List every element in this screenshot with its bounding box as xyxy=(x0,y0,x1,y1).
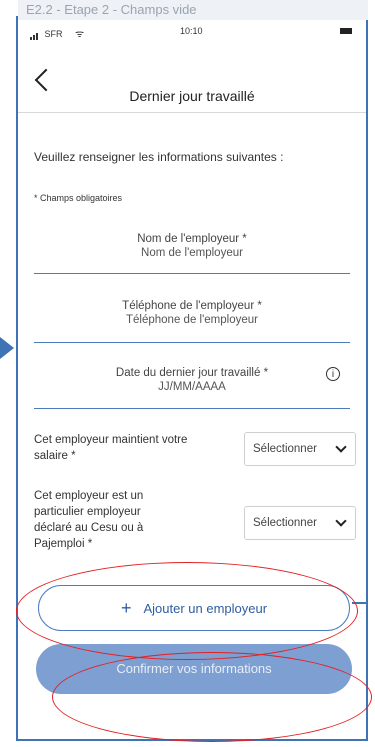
required-note: * Champs obligatoires xyxy=(34,193,123,203)
plus-icon: + xyxy=(120,598,132,618)
carrier-label: SFR xyxy=(44,29,63,39)
last-day-placeholder: JJ/MM/AAAA xyxy=(158,381,226,393)
nav-bar: Dernier jour travaillé xyxy=(18,62,366,113)
wifi-icon: ᯤ xyxy=(75,29,85,40)
screen-caption: E2.2 - Etape 2 - Champs vide xyxy=(18,0,368,20)
status-time: 10:10 xyxy=(180,26,203,36)
battery-icon xyxy=(340,28,352,34)
cesu-employer-select[interactable]: Sélectionner xyxy=(244,506,356,540)
info-icon[interactable]: i xyxy=(326,367,340,381)
chevron-down-icon xyxy=(335,515,347,527)
employer-phone-field[interactable]: Téléphone de l'employeur * Téléphone de … xyxy=(34,300,350,343)
salary-maintained-label: Cet employeur maintient votre salaire * xyxy=(34,434,188,462)
employer-name-placeholder: Nom de l'employeur xyxy=(141,247,243,259)
flow-arrow-icon xyxy=(0,337,14,359)
page-title: Dernier jour travaillé xyxy=(129,88,255,104)
cesu-employer-label: Cet employeur est un particulier employe… xyxy=(34,490,144,550)
salary-maintained-select[interactable]: Sélectionner xyxy=(244,432,356,466)
signal-icon xyxy=(30,30,39,40)
status-bar: SFR ᯤ 10:10 xyxy=(18,20,366,42)
employer-phone-label: Téléphone de l'employeur * xyxy=(122,300,262,312)
intro-text: Veuillez renseigner les informations sui… xyxy=(34,150,284,164)
employer-phone-placeholder: Téléphone de l'employeur xyxy=(126,314,258,326)
add-employer-label: Ajouter un employeur xyxy=(143,601,268,616)
last-day-label: Date du dernier jour travaillé * xyxy=(115,367,269,379)
annotation-line xyxy=(352,602,368,604)
employer-name-label: Nom de l'employeur * xyxy=(137,233,247,245)
add-employer-button[interactable]: + Ajouter un employeur xyxy=(38,585,350,631)
employer-name-field[interactable]: Nom de l'employeur * Nom de l'employeur xyxy=(34,233,350,274)
salary-maintained-value: Sélectionner xyxy=(253,443,317,455)
cesu-employer-value: Sélectionner xyxy=(253,517,317,529)
confirm-button[interactable]: Confirmer vos informations xyxy=(36,644,352,694)
chevron-down-icon xyxy=(335,441,347,453)
last-day-field[interactable]: Date du dernier jour travaillé * JJ/MM/A… xyxy=(34,367,350,409)
